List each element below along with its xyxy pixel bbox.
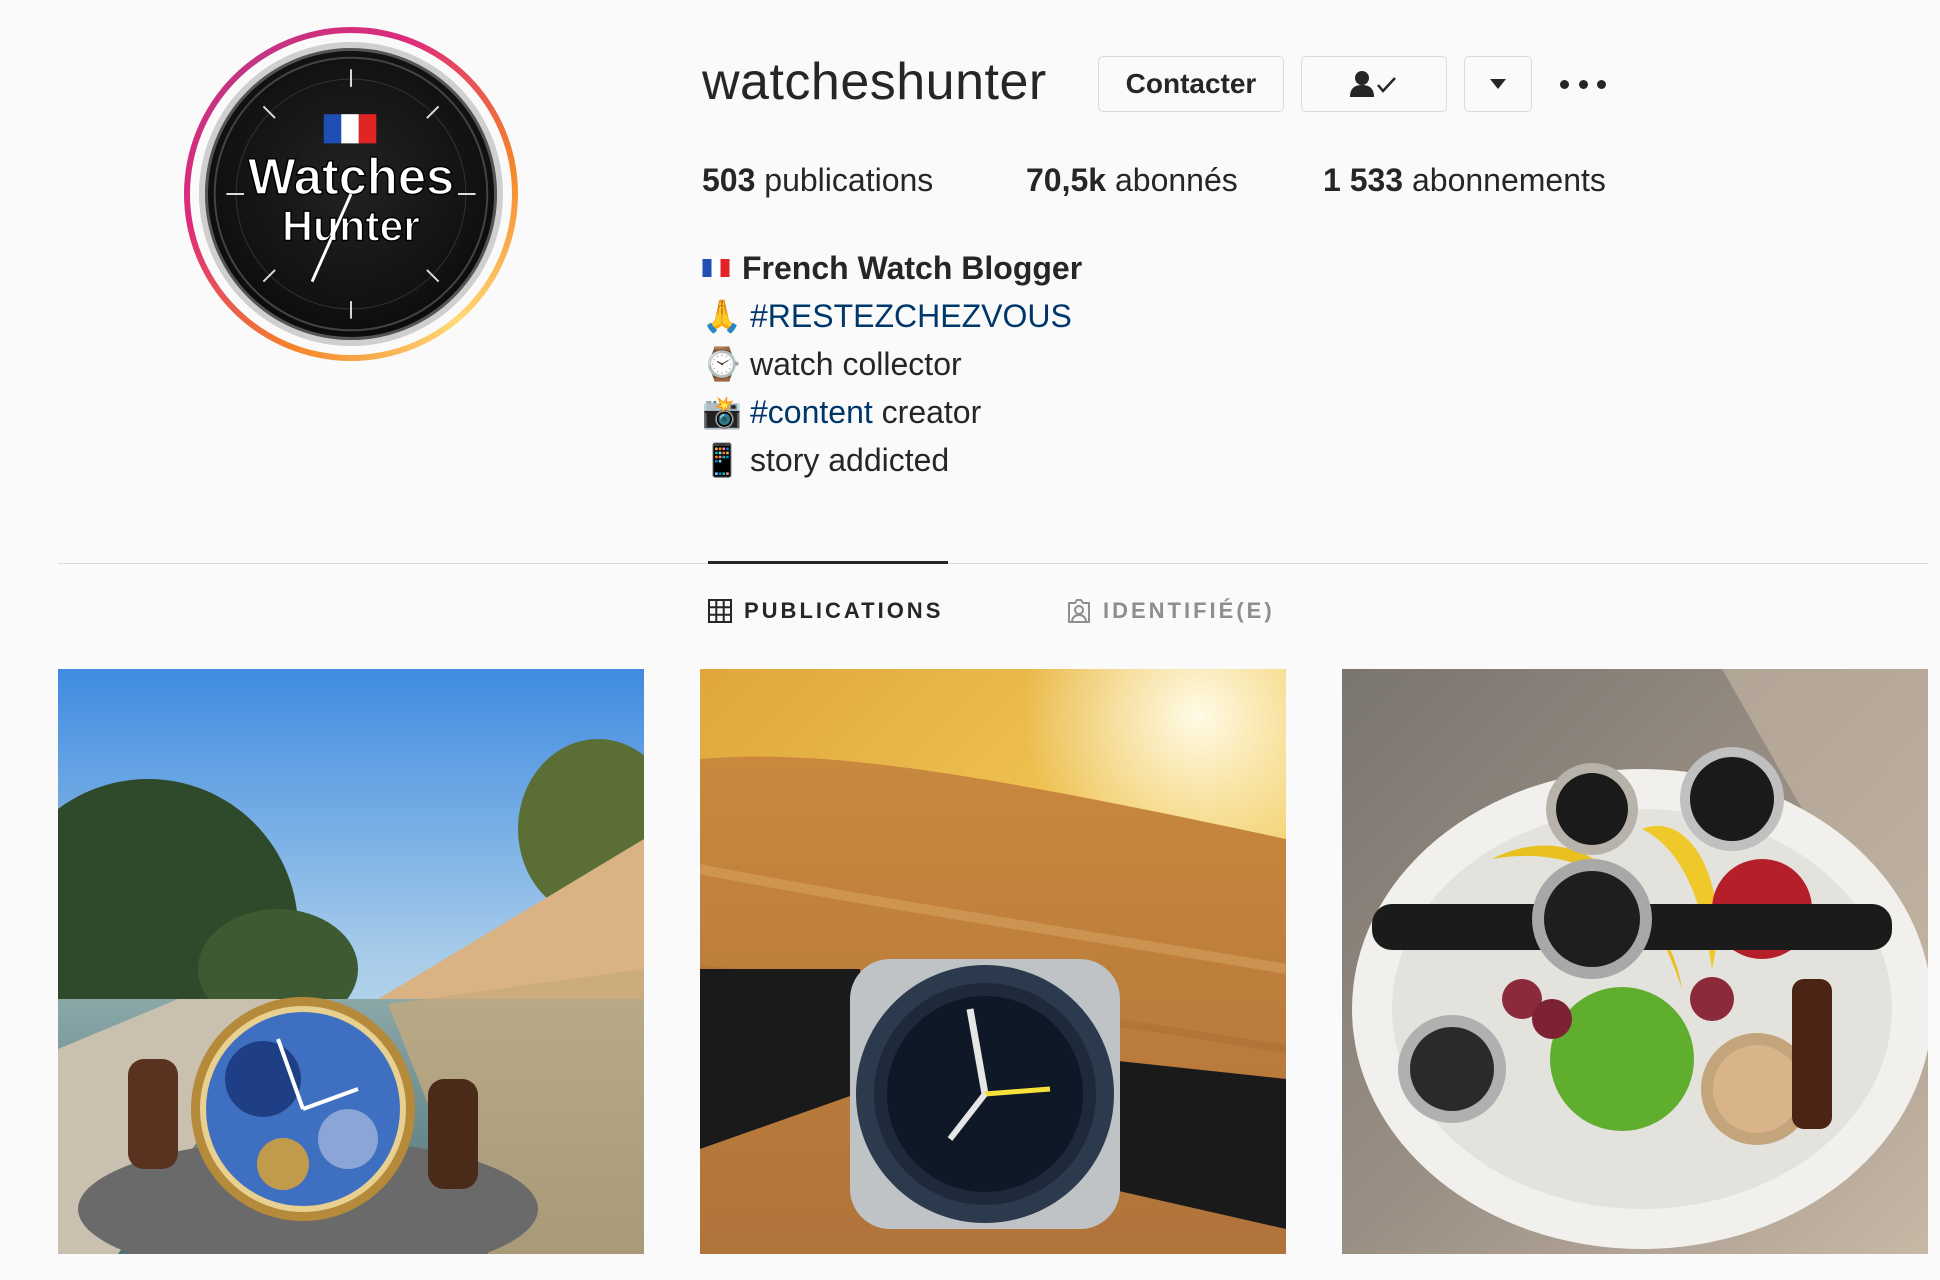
post-thumbnail[interactable] — [700, 669, 1286, 1254]
person-check-icon — [1350, 71, 1396, 97]
more-options-button[interactable] — [1560, 72, 1606, 96]
hashtag-link-content[interactable]: #content — [750, 388, 873, 436]
following-count-value: 1 533 — [1323, 162, 1404, 198]
bio-text-story: story addicted — [750, 442, 950, 478]
bio-text-collector: watch collector — [750, 346, 962, 382]
profile-avatar-ring[interactable]: Watches Hunter — [184, 27, 518, 361]
tab-publications-label: PUBLICATIONS — [744, 598, 944, 623]
followers-count[interactable]: 70,5k abonnés — [1026, 162, 1238, 199]
praying-hands-icon: 🙏 — [702, 298, 742, 334]
post-thumbnail[interactable] — [58, 669, 644, 1254]
avatar-ring-gap: Watches Hunter — [190, 33, 512, 355]
post-image-garden-pool-watch — [58, 669, 644, 1254]
tab-tagged-label: IDENTIFIÉ(E) — [1103, 598, 1275, 623]
following-count-label: abonnements — [1403, 162, 1606, 198]
following-button[interactable] — [1301, 56, 1447, 112]
bio-line-restez: 🙏 #RESTEZCHEZVOUS — [702, 292, 1082, 340]
active-tab-indicator — [708, 561, 948, 564]
camera-flash-icon: 📸 — [702, 394, 742, 430]
ellipsis-icon — [1560, 79, 1569, 89]
bio-name: French Watch Blogger — [742, 250, 1083, 286]
tabs-divider — [58, 563, 1928, 564]
bio-line-collector: ⌚ watch collector — [702, 340, 1082, 388]
following-count[interactable]: 1 533 abonnements — [1323, 162, 1606, 199]
followers-count-value: 70,5k — [1026, 162, 1107, 198]
avatar-logo: Watches Hunter — [213, 56, 489, 332]
posts-count-value: 503 — [702, 162, 756, 198]
hashtag-link-restezchezvous[interactable]: #RESTEZCHEZVOUS — [750, 292, 1072, 340]
post-image-fruit-bowl-watches — [1342, 669, 1928, 1254]
post-image-desert-watch — [700, 669, 1286, 1254]
mobile-phone-icon: 📱 — [702, 442, 742, 478]
followers-count-label: abonnés — [1106, 162, 1238, 198]
tab-publications[interactable]: PUBLICATIONS — [708, 598, 943, 624]
bio-line-creator: 📸 #content creator — [702, 388, 1082, 436]
avatar[interactable]: Watches Hunter — [199, 42, 503, 346]
tab-tagged[interactable]: IDENTIFIÉ(E) — [1067, 598, 1275, 624]
ellipsis-icon — [1597, 79, 1606, 89]
grid-icon — [708, 599, 732, 623]
profile-bio: French Watch Blogger 🙏 #RESTEZCHEZVOUS ⌚… — [702, 244, 1082, 484]
contact-button[interactable]: Contacter — [1098, 56, 1284, 112]
caret-down-icon — [1490, 79, 1506, 89]
svg-text:Hunter: Hunter — [282, 203, 420, 251]
suggestions-dropdown-button[interactable] — [1464, 56, 1532, 112]
ellipsis-icon — [1578, 79, 1588, 89]
profile-username: watcheshunter — [702, 53, 1047, 111]
bio-name-line: French Watch Blogger — [702, 244, 1082, 292]
bio-line-story: 📱 story addicted — [702, 436, 1082, 484]
posts-count: 503 publications — [702, 162, 933, 199]
bio-text-creator: creator — [872, 394, 982, 430]
post-thumbnail[interactable] — [1342, 669, 1928, 1254]
posts-count-label: publications — [755, 162, 934, 198]
french-flag-icon — [702, 259, 734, 277]
watch-icon: ⌚ — [702, 346, 742, 382]
tagged-person-icon — [1068, 599, 1090, 623]
